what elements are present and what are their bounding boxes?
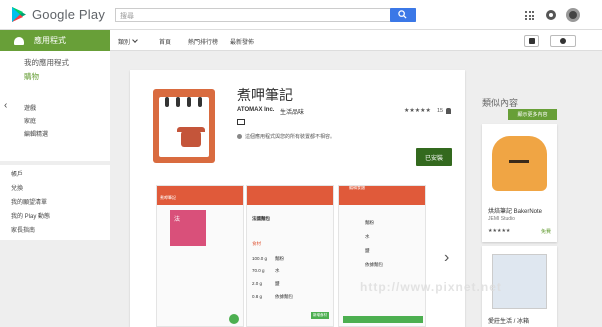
similar-app-name: 愛莊生活 / 冰箱 (488, 319, 530, 325)
menu-redeem[interactable]: 兌換 (11, 183, 23, 192)
play-icon (12, 7, 26, 22)
screenshot-1[interactable]: 煮呷筆記 法 (156, 185, 244, 327)
logo-text: Google Play (32, 7, 106, 22)
shot-text: 食材 (252, 241, 261, 246)
rating-count: 15 (437, 108, 444, 114)
apps-grid-icon[interactable] (525, 11, 534, 20)
notepad-icon (159, 97, 209, 157)
similar-app-name: 烘焙筆記 BakerNote (488, 209, 543, 215)
screenshot-3[interactable]: 編輯食譜 麵粉 水 鹽 依據麵包 (338, 185, 426, 327)
avatar[interactable] (566, 8, 580, 22)
shot-text: 麵粉 (275, 256, 284, 261)
collapse-sidebar-icon[interactable]: ‹ (4, 100, 7, 111)
chevron-right-icon[interactable]: › (444, 249, 449, 267)
menu-play-activity[interactable]: 我的 Play 動態 (11, 211, 50, 220)
search-input[interactable]: 搜尋 (115, 8, 416, 22)
bread-icon (492, 136, 547, 191)
sidebar-item-games[interactable]: 遊戲 (24, 103, 36, 112)
nav-new-releases[interactable]: 最新發佈 (230, 37, 254, 46)
sidebar-item-family[interactable]: 家庭 (24, 116, 36, 125)
similar-title: 類似內容 (482, 98, 519, 108)
shot-text: 新增食材 (311, 312, 329, 319)
app-icon (153, 89, 215, 163)
similar-app-card[interactable]: 烘焙筆記 BakerNote JEMI Studio ★★★★★ 免費 (482, 124, 557, 242)
compatibility-warning: 這個應用程式與您的所有裝置都不相容。 (237, 133, 335, 140)
app-title: 煮呷筆記 (237, 87, 293, 103)
help-icon (529, 38, 535, 44)
info-icon (237, 134, 242, 140)
category-dropdown[interactable]: 類別 (118, 37, 138, 46)
menu-account[interactable]: 帳戶 (11, 169, 23, 178)
sidebar-item-editors-choice[interactable]: 編輯精選 (24, 129, 48, 138)
shot-text: 水 (365, 234, 370, 239)
menu-wishlist[interactable]: 我的願望清單 (11, 197, 47, 206)
search-button[interactable] (390, 8, 416, 22)
see-more-button[interactable]: 顯示更多內容 (508, 109, 557, 120)
shot-text: 麵粉 (365, 220, 374, 225)
settings-button[interactable] (550, 35, 576, 47)
similar-app-price: 免費 (540, 229, 551, 235)
gear-icon (560, 38, 566, 44)
shot-text: 水 (275, 268, 280, 273)
similar-app-developer: JEMI Studio (488, 216, 515, 222)
android-icon (14, 36, 24, 45)
screenshot-2[interactable]: 法國麵包 食材 100.0 g 麵粉 70.0 g 水 2.0 g 鹽 0.8 … (246, 185, 334, 327)
sidebar-shop[interactable]: 購物 (24, 71, 39, 82)
content-rating-icon (237, 119, 245, 125)
screenshot-title: 編輯食譜 (349, 185, 365, 190)
category-link[interactable]: 生活品味 (280, 107, 304, 116)
shot-text: 依據麵包 (365, 262, 383, 267)
google-play-logo[interactable]: Google Play (12, 7, 105, 22)
shot-text: 70.0 g (252, 268, 265, 273)
nav-home[interactable]: 首頁 (159, 37, 171, 46)
similar-app-stars: ★★★★★ (488, 228, 511, 234)
screenshot-title: 法國麵包 (252, 216, 270, 221)
apps-tab[interactable]: 應用程式 (0, 30, 110, 51)
nav-top-charts[interactable]: 熱門排行榜 (188, 37, 218, 46)
recipe-tile: 法 (170, 210, 206, 246)
help-button[interactable] (524, 35, 539, 47)
shot-text: 2.0 g (252, 281, 263, 286)
shot-text: 鹽 (365, 248, 370, 253)
notifications-icon[interactable] (546, 10, 556, 20)
install-button[interactable]: 已安裝 (416, 148, 452, 166)
developer-link[interactable]: ATOMAX Inc. (237, 107, 274, 113)
chevron-down-icon (132, 37, 138, 43)
sidebar-my-apps[interactable]: 我的應用程式 (24, 57, 69, 68)
account-menu: 帳戶 兌換 我的願望清單 我的 Play 動態 家長指南 (0, 165, 110, 240)
menu-parent-guide[interactable]: 家長指南 (11, 225, 35, 234)
watermark: http://www.pixnet.net (360, 280, 502, 294)
category-label: 類別 (118, 40, 131, 46)
top-bar: Google Play 搜尋 (0, 0, 602, 30)
rating-stars: ★★★★★ (404, 108, 431, 114)
apps-tab-label: 應用程式 (34, 36, 66, 45)
shot-text: 依據麵包 (275, 294, 293, 299)
shot-text: 鹽 (275, 281, 280, 286)
shot-text: 0.8 g (252, 294, 263, 299)
person-icon (446, 108, 451, 114)
sidebar: 我的應用程式 購物 遊戲 家庭 編輯精選 (0, 51, 110, 161)
search-icon (398, 10, 407, 19)
screenshot-title: 煮呷筆記 (157, 195, 243, 205)
shot-text: 100.0 g (252, 256, 268, 261)
warning-text: 這個應用程式與您的所有裝置都不相容。 (245, 134, 336, 140)
